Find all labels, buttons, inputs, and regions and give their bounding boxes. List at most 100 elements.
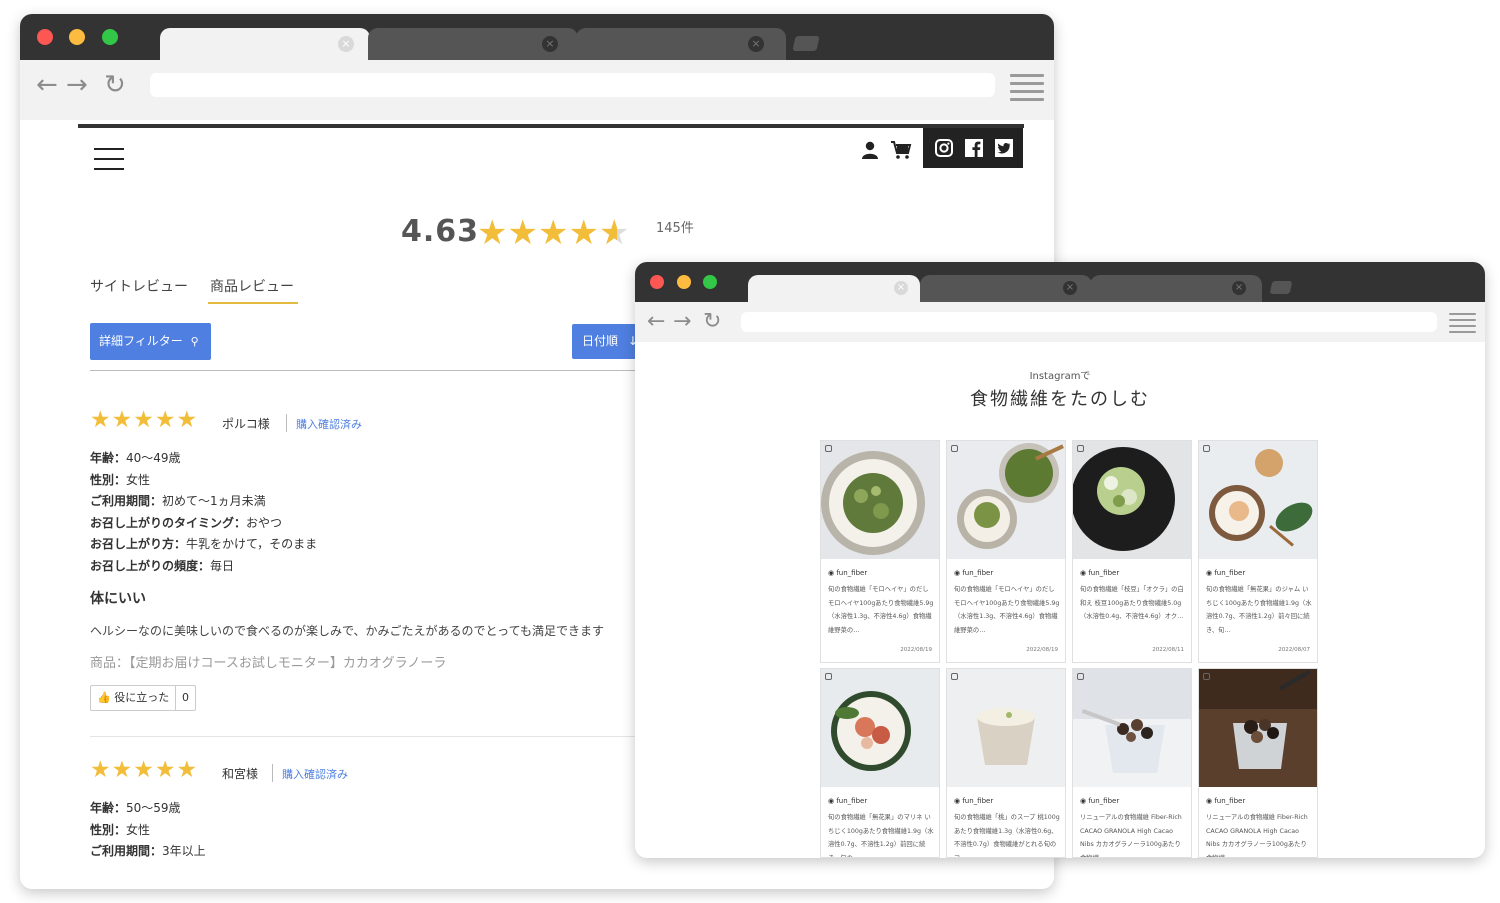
helpful-count: 0 [175, 686, 195, 710]
instagram-post-card[interactable]: ◉ fun_fiber 旬の食物繊維「モロヘイヤ」のだし モロヘイヤ100gあた… [946, 440, 1066, 663]
section-title: 食物繊維をたのしむ [970, 389, 1150, 410]
browser-tab[interactable]: × [1090, 275, 1262, 302]
back-arrow-icon[interactable]: ← [647, 309, 665, 335]
attr-gender: 性別：女性 [90, 473, 151, 487]
post-caption: 旬の食物繊維「無花果」のマリネ いちじく100gあたり食物繊維1.9g（水溶性0… [828, 814, 934, 858]
review-count: 145件 [656, 221, 694, 236]
browser-menu-icon[interactable] [1010, 74, 1044, 106]
post-caption: 旬の食物繊維「無花果」のジャム いちじく100gあたり食物繊維1.9g（水溶性0… [1206, 586, 1312, 633]
filter-button-label: 詳細フィルター [99, 334, 183, 348]
instagram-icon [1203, 445, 1210, 452]
tab-site-reviews[interactable]: サイトレビュー [90, 276, 188, 296]
post-photo [821, 669, 939, 787]
close-tab-icon[interactable]: × [1063, 281, 1077, 295]
close-tab-icon[interactable]: × [894, 281, 908, 295]
facebook-icon[interactable] [965, 139, 983, 157]
browser-tab[interactable]: × [576, 28, 786, 60]
instagram-post-card[interactable]: ◉ fun_fiber リニューアルの食物繊維 Fiber-Rich CACAO… [1198, 668, 1318, 858]
star-icon: ★ [568, 213, 599, 253]
address-bar[interactable] [741, 312, 1437, 332]
close-tab-icon[interactable]: × [1232, 281, 1246, 295]
address-bar[interactable] [150, 73, 995, 97]
star-icon: ★ [477, 213, 508, 253]
tab-product-reviews[interactable]: 商品レビュー [210, 276, 294, 296]
close-tab-icon[interactable]: × [338, 36, 354, 52]
attr-age: 年齢：50～59歳 [90, 801, 181, 815]
post-username: ◉ fun_fiber [954, 569, 994, 577]
instagram-post-card[interactable]: ◉ fun_fiber 旬の食物繊維「枝豆」「オクラ」の白和え 枝豆100gあた… [1072, 440, 1192, 663]
thumbs-up-icon: 👍 [97, 691, 111, 704]
instagram-icon [1077, 445, 1084, 452]
browser-tab-active[interactable]: × [160, 28, 370, 60]
average-rating: 4.63 [401, 214, 480, 249]
reviewer-name: 和宮様 [222, 767, 259, 781]
average-rating-stars: ★★★★ ★ ★ [477, 214, 629, 252]
post-photo [947, 669, 1065, 787]
post-date: 2022/08/19 [1026, 647, 1058, 653]
reviewer-name: ポルコ様 [222, 417, 270, 431]
hamburger-menu-icon[interactable] [94, 148, 124, 178]
instagram-icon [1203, 673, 1210, 680]
close-tab-icon[interactable]: × [748, 36, 764, 52]
divider [90, 736, 650, 737]
detail-filter-button[interactable]: 詳細フィルター ⚲ [90, 323, 211, 360]
close-window-button[interactable] [650, 275, 664, 289]
reload-icon[interactable]: ↻ [104, 72, 126, 98]
review-body: ヘルシーなのに美味しいので食べるのが楽しみで、かみごたえがあるのでとっても満足で… [90, 624, 604, 638]
attr-frequency: お召し上がりの頻度：毎日 [90, 559, 235, 573]
post-photo [947, 441, 1065, 559]
star-icon: ★ [507, 213, 538, 253]
attr-usage-period: ご利用期間：初めて～1ヵ月未満 [90, 494, 266, 508]
browser-toolbar: ← → ↻ [20, 60, 1054, 120]
instagram-icon [825, 673, 832, 680]
twitter-icon[interactable] [995, 139, 1013, 157]
helpful-button[interactable]: 👍 役に立った 0 [90, 685, 196, 711]
instagram-icon[interactable] [935, 139, 953, 157]
minimize-window-button[interactable] [69, 29, 85, 45]
new-tab-button[interactable] [792, 36, 820, 51]
post-username: ◉ fun_fiber [1080, 569, 1120, 577]
instagram-icon [825, 445, 832, 452]
attr-timing: お召し上がりのタイミング：おやつ [90, 516, 283, 530]
maximize-window-button[interactable] [703, 275, 717, 289]
instagram-post-card[interactable]: ◉ fun_fiber 旬の食物繊維「モロヘイヤ」のだし モロヘイヤ100gあた… [820, 440, 940, 663]
star-icon: ★ [537, 213, 569, 253]
browser-tab[interactable]: × [368, 28, 578, 60]
browser-tab-active[interactable]: × [748, 275, 920, 302]
instagram-icon [951, 445, 958, 452]
post-username: ◉ fun_fiber [1080, 797, 1120, 805]
instagram-browser-window: × × × ← → ↻ Instagramで 食物繊維をたのしむ ◉ fun_f… [635, 262, 1485, 858]
separator [286, 414, 287, 432]
cart-icon[interactable] [890, 140, 912, 160]
attr-gender: 性別：女性 [90, 823, 151, 837]
browser-menu-icon[interactable] [1449, 313, 1476, 337]
browser-tab[interactable]: × [920, 275, 1092, 302]
title-bar: × × × [635, 262, 1485, 302]
attr-method: お召し上がり方：牛乳をかけて，そのまま [90, 537, 318, 551]
user-icon[interactable] [860, 140, 880, 160]
verified-purchase-badge: 購入確認済み [296, 418, 362, 431]
instagram-post-card[interactable]: ◉ fun_fiber 旬の食物繊維「無花果」のジャム いちじく100gあたり食… [1198, 440, 1318, 663]
new-tab-button[interactable] [1269, 281, 1293, 294]
back-arrow-icon[interactable]: ← [36, 72, 58, 98]
reload-icon[interactable]: ↻ [703, 309, 721, 335]
browser-toolbar: ← → ↻ [635, 302, 1485, 342]
minimize-window-button[interactable] [677, 275, 691, 289]
post-date: 2022/08/07 [1278, 647, 1310, 653]
close-window-button[interactable] [37, 29, 53, 45]
forward-arrow-icon[interactable]: → [673, 309, 691, 335]
maximize-window-button[interactable] [102, 29, 118, 45]
verified-purchase-badge: 購入確認済み [282, 768, 348, 781]
attr-age: 年齢：40～49歳 [90, 451, 181, 465]
instagram-post-card[interactable]: ◉ fun_fiber リニューアルの食物繊維 Fiber-Rich CACAO… [1072, 668, 1192, 858]
attr-usage-period: ご利用期間：3年以上 [90, 844, 206, 858]
forward-arrow-icon[interactable]: → [66, 72, 88, 98]
post-username: ◉ fun_fiber [954, 797, 994, 805]
post-username: ◉ fun_fiber [1206, 569, 1246, 577]
post-caption: リニューアルの食物繊維 Fiber-Rich CACAO GRANOLA Hig… [1206, 814, 1308, 858]
instagram-post-card[interactable]: ◉ fun_fiber 旬の食物繊維「無花果」のマリネ いちじく100gあたり食… [820, 668, 940, 858]
instagram-icon [951, 673, 958, 680]
close-tab-icon[interactable]: × [542, 36, 558, 52]
review-product[interactable]: 商品：【定期お届けコースお試しモニター】カカオグラノーラ [90, 652, 446, 671]
instagram-post-card[interactable]: ◉ fun_fiber 旬の食物繊維「桃」のスープ 桃100gあたり食物繊維1.… [946, 668, 1066, 858]
